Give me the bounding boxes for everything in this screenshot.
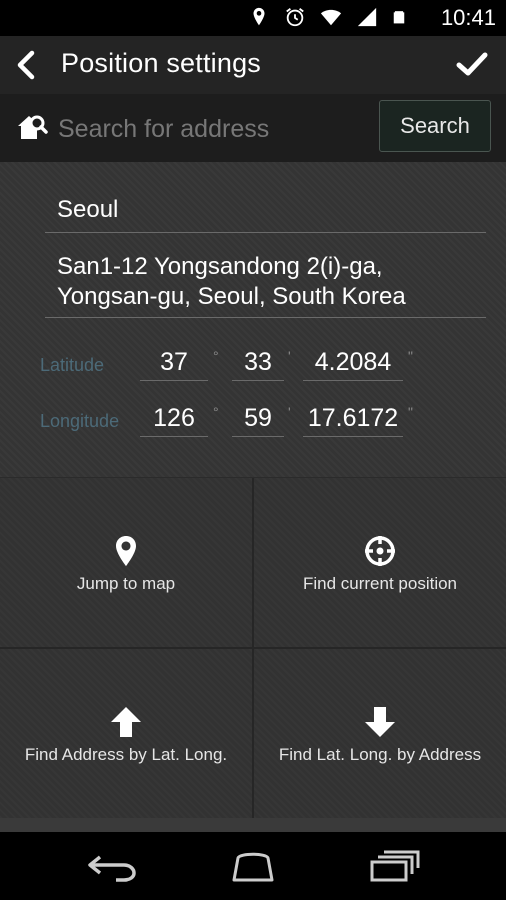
status-time: 10:41 — [440, 5, 496, 30]
latitude-seconds-field[interactable]: 4.2084 — [303, 344, 403, 381]
nav-recent-apps-icon[interactable] — [368, 848, 420, 884]
back-chevron-icon[interactable] — [12, 50, 40, 80]
city-field[interactable]: Seoul — [45, 195, 486, 233]
latitude-minutes-field[interactable]: 33 — [232, 344, 284, 381]
grid-horizontal-divider — [0, 647, 506, 649]
search-bar: Search — [0, 94, 506, 162]
search-button[interactable]: Search — [379, 100, 491, 152]
degree-unit: ° — [213, 404, 219, 420]
crosshair-icon — [365, 536, 395, 566]
minute-unit: ' — [288, 404, 291, 420]
find-address-by-lat-long-label: Find Address by Lat. Long. — [24, 745, 228, 764]
degree-unit: ° — [213, 348, 219, 364]
longitude-minutes-field[interactable]: 59 — [232, 400, 284, 437]
search-input[interactable] — [56, 110, 360, 148]
screen: 10:41 Position settings Search Seoul San… — [0, 0, 506, 900]
second-unit: " — [408, 348, 413, 364]
second-unit: " — [408, 404, 413, 420]
longitude-label: Longitude — [40, 411, 120, 431]
action-bar: Position settings — [0, 36, 506, 95]
nav-back-icon[interactable] — [86, 852, 138, 882]
battery-icon — [393, 11, 405, 24]
map-pin-icon — [116, 536, 136, 566]
arrow-down-icon — [365, 707, 395, 737]
find-lat-long-by-address-label: Find Lat. Long. by Address — [278, 745, 482, 764]
home-search-icon — [18, 115, 48, 139]
wifi-icon — [320, 9, 342, 26]
jump-to-map-label: Jump to map — [76, 574, 176, 593]
minute-unit: ' — [288, 348, 291, 364]
find-current-position-button[interactable]: Find current position — [254, 478, 506, 647]
latitude-row: Latitude 37 ° 33 ' 4.2084 " — [0, 344, 506, 384]
arrow-up-icon — [111, 707, 141, 737]
find-lat-long-by-address-button[interactable]: Find Lat. Long. by Address — [254, 649, 506, 818]
nav-home-icon[interactable] — [226, 850, 280, 882]
alarm-icon — [286, 8, 304, 27]
check-icon[interactable] — [456, 50, 488, 78]
status-icons — [248, 6, 406, 28]
latitude-degrees-field[interactable]: 37 — [140, 344, 208, 381]
location-icon — [253, 7, 265, 26]
page-title: Position settings — [61, 48, 262, 78]
full-address-field[interactable]: San1-12 Yongsandong 2(i)-ga, Yongsan-gu,… — [45, 252, 486, 318]
jump-to-map-button[interactable]: Jump to map — [0, 478, 252, 647]
action-grid: Jump to map Find current position Find A… — [0, 478, 506, 818]
find-current-position-label: Find current position — [302, 574, 458, 593]
find-address-by-lat-long-button[interactable]: Find Address by Lat. Long. — [0, 649, 252, 818]
longitude-degrees-field[interactable]: 126 — [140, 400, 208, 437]
latitude-label: Latitude — [40, 355, 105, 375]
address-panel: Seoul San1-12 Yongsandong 2(i)-ga, Yongs… — [0, 162, 506, 477]
bottom-strip — [0, 818, 506, 832]
address-line-1: San1-12 Yongsandong 2(i)-ga, — [57, 253, 383, 280]
signal-icon — [357, 7, 377, 27]
longitude-row: Longitude 126 ° 59 ' 17.6172 " — [0, 400, 506, 440]
longitude-seconds-field[interactable]: 17.6172 — [303, 400, 403, 437]
status-bar: 10:41 — [0, 0, 506, 36]
address-line-2: Yongsan-gu, Seoul, South Korea — [57, 283, 406, 310]
navigation-bar — [0, 832, 506, 900]
